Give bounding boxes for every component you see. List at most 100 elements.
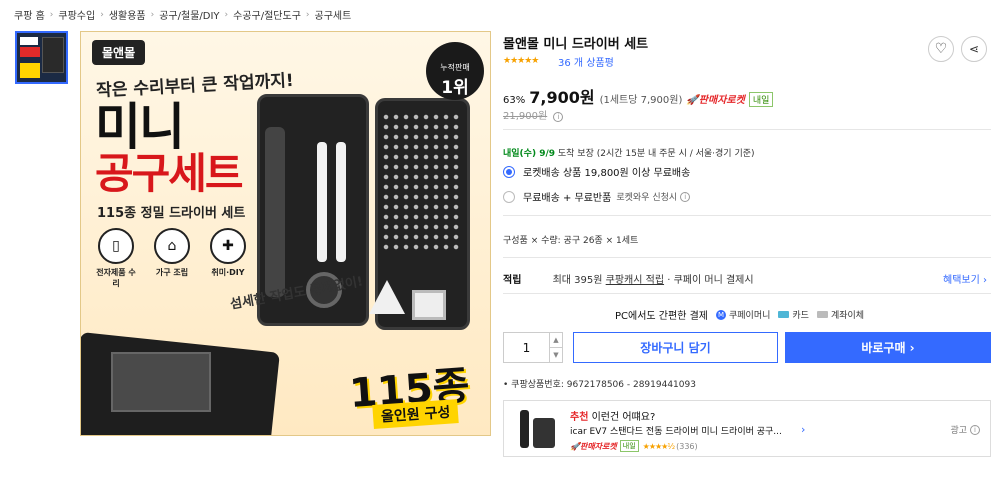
info-icon[interactable]: i (680, 191, 691, 202)
rec-shape (533, 418, 555, 448)
info-icon[interactable]: i (553, 112, 564, 122)
thumb-shape (42, 37, 64, 73)
benefits-link[interactable]: 혜택보기 › (943, 271, 987, 286)
thumb-shape (20, 47, 40, 57)
sofa-icon: ⌂ (154, 228, 190, 264)
reward-link[interactable]: 쿠팡캐시 적립 (606, 275, 664, 286)
bit-grid (381, 112, 463, 252)
rank-badge: 누적판매 1위 (426, 42, 484, 100)
pay-method: 카드 (792, 311, 809, 321)
bit-holder (412, 290, 446, 320)
reward-text: · 쿠페이 머니 결제시 (667, 275, 754, 286)
quantity-input[interactable] (504, 333, 549, 362)
image-count-sub: 올인원 구성 (372, 399, 460, 429)
add-to-cart-button[interactable]: 장바구니 담기 (573, 332, 778, 363)
divider (503, 215, 991, 216)
wishlist-button[interactable]: ♡ (928, 36, 954, 62)
reward-row: 적립 최대 395원 쿠팡캐시 적립 · 쿠페이 머니 결제시 혜택보기 › (503, 271, 991, 286)
circuit-chip (111, 352, 211, 412)
recommendation-image[interactable] (517, 408, 559, 450)
breadcrumb-item[interactable]: 공구/철물/DIY (159, 7, 219, 22)
original-price-value: 21,900원 (503, 111, 548, 122)
breadcrumb-item[interactable]: 쿠팡 홈 (14, 7, 45, 22)
recommendation-card[interactable]: 추천 이런건 어떄요? icar EV7 스탠다드 전동 드라이버 미니 드라이… (503, 400, 991, 457)
reward-label: 적립 (503, 275, 522, 286)
thumb-shape (20, 63, 40, 78)
feature-hobby: ✚ 취미·DIY (205, 228, 251, 278)
feature-electronics: ▯ 전자제품 수리 (93, 228, 139, 289)
recommendation-label: 추천 (570, 412, 589, 423)
quantity-stepper[interactable]: ▲ ▼ (503, 332, 563, 363)
product-number: • 쿠팡상품번호: 9672178506 - 28919441093 (503, 380, 696, 390)
rank-badge-value: 1위 (441, 78, 469, 98)
quantity-down-button[interactable]: ▼ (550, 347, 562, 362)
shipping-option-rocket[interactable]: 로켓배송 상품 19,800원 이상 무료배송 (503, 164, 690, 179)
chevron-right-icon: › (49, 9, 54, 20)
image-brand: 몰앤몰 (92, 40, 146, 65)
image-headline-sub: 115종 정밀 드라이버 세트 (97, 206, 246, 221)
rating-stars: ★★★★★ (503, 56, 539, 66)
tweezers (336, 142, 346, 262)
share-button[interactable]: ⋖ (961, 36, 987, 62)
tweezers (317, 142, 327, 262)
price-row: 63% 7,900원 (1세트당 7,900원) 🚀판매자로켓 내일 (503, 84, 774, 108)
feature-furniture: ⌂ 가구 조립 (149, 228, 195, 278)
breadcrumb-item[interactable]: 공구세트 (315, 7, 352, 22)
recommendation-heading: 이런건 어떄요? (591, 412, 656, 423)
breadcrumb-item[interactable]: 생활용품 (109, 7, 146, 22)
breadcrumb-item[interactable]: 수공구/절단도구 (233, 7, 301, 22)
info-icon[interactable]: i (970, 424, 980, 435)
tomorrow-badge: 내일 (748, 92, 774, 107)
divider (503, 129, 991, 130)
unit-price: (1세트당 7,900원) (599, 95, 683, 106)
delivery-note: (2시간 15분 내 주문 시 / 서울·경기 기준) (596, 149, 755, 159)
divider (503, 293, 991, 294)
chevron-right-icon[interactable]: › (801, 423, 805, 436)
divider (503, 257, 991, 258)
shipping-option-label: 로켓배송 상품 19,800원 이상 무료배송 (523, 168, 691, 179)
buy-now-button[interactable]: 바로구매 › (785, 332, 991, 363)
shipping-option-sub: 로켓와우 신청시 (616, 193, 678, 203)
image-headline-big: 미니 (95, 98, 185, 156)
product-main-image[interactable]: 몰앤몰 작은 수리부터 큰 작업까지! 미니 공구세트 115종 정밀 드라이버… (80, 31, 491, 436)
recommendation-title: 추천 이런건 어떄요? (570, 408, 655, 423)
ad-label: 광고 i (950, 423, 980, 436)
delivery-guarantee: 도착 보장 (557, 149, 594, 159)
shipping-option-wow[interactable]: 무료배송 + 무료반품 로켓와우 신청시 i (503, 189, 691, 204)
radio-unselected[interactable] (503, 190, 515, 203)
gamepad-icon: ✚ (210, 228, 246, 264)
rank-badge-label: 누적판매 (440, 63, 470, 72)
coupay-icon: M (715, 309, 726, 320)
rec-shape (520, 410, 529, 448)
tomorrow-badge: 내일 (619, 440, 639, 452)
quantity-up-button[interactable]: ▲ (550, 333, 562, 347)
radio-selected[interactable] (503, 165, 515, 178)
pc-pay-label: PC에서도 간편한 결제 (615, 311, 708, 322)
recommendation-desc[interactable]: icar EV7 스탠다드 전동 드라이버 미니 드라이버 공구... (570, 424, 782, 437)
rating-stars: ★★★★½ (642, 441, 675, 451)
heart-icon: ♡ (934, 41, 948, 57)
product-thumbnail[interactable] (15, 31, 68, 84)
rocket-badge: 🚀판매자로켓 (570, 441, 617, 451)
chevron-right-icon: › (100, 9, 104, 20)
original-price: 21,900원 i (503, 107, 564, 122)
shipping-option-label: 무료배송 + 무료반품 (523, 193, 612, 204)
delivery-date: 내일(수) 9/9 (503, 149, 556, 159)
pc-pay-row: PC에서도 간편한 결제 M 쿠페이머니 카드 계좌이체 (615, 307, 864, 322)
quantity-arrows: ▲ ▼ (549, 333, 562, 362)
screwdriver-handle (265, 127, 285, 297)
review-count-link[interactable]: 36 개 상품평 (558, 54, 614, 69)
feature-label: 전자제품 수리 (96, 268, 136, 288)
chevron-right-icon: › (224, 9, 229, 20)
breadcrumb-item[interactable]: 쿠팡수입 (58, 7, 95, 22)
breadcrumb: 쿠팡 홈 › 쿠팡수입 › 생활용품 › 공구/철물/DIY › 수공구/절단도구 › 공… (14, 7, 352, 23)
card-icon (778, 311, 790, 318)
chevron-right-icon: › (150, 9, 155, 20)
pay-method: 계좌이체 (830, 311, 865, 321)
pay-method: 쿠페이머니 (728, 311, 771, 321)
rating-count: (336) (676, 441, 698, 451)
share-icon: ⋖ (968, 42, 980, 56)
ad-text: 광고 (950, 426, 967, 436)
thumb-shape (20, 37, 38, 45)
rocket-badge: 🚀판매자로켓 (686, 95, 745, 106)
